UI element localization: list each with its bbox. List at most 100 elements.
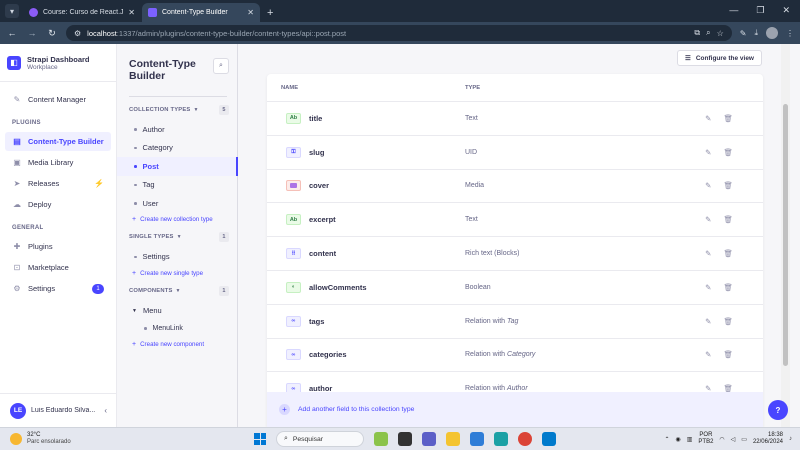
store-icon[interactable] [470,432,484,446]
wifi-icon[interactable]: ◠ [719,436,724,443]
taskbar-search[interactable]: ⌕ Pesquisar [276,431,364,447]
clock[interactable]: 18:38 22/06/2024 [753,432,783,446]
windows-start-icon[interactable] [254,433,266,445]
component-group-menu[interactable]: ▼ Menu [117,301,237,320]
new-tab-plus-icon[interactable]: + [267,7,273,19]
plus-icon: + [132,216,137,223]
back-arrow-icon[interactable]: ← [6,28,18,38]
relation-prefix: Relation with [465,351,508,359]
delete-trash-icon[interactable]: 🗑 [723,350,733,359]
collection-item-label: Post [142,161,159,171]
input-language[interactable]: POR PTB2 [698,432,713,446]
address-bar[interactable]: ⚙ localhost:1337/admin/plugins/content-t… [66,25,732,41]
components-count: 1 [219,285,229,296]
notification-bell-icon[interactable]: ♪ [789,436,792,442]
nav-item-content-type-builder[interactable]: ▤ Content-Type Builder [5,132,111,151]
components-header[interactable]: COMPONENTS ▼ 1 [117,284,237,297]
nav-item-content-manager[interactable]: ✎ Content Manager [5,90,111,109]
table-header: NAME TYPE [267,74,763,102]
extensions-icon[interactable]: ✎ [740,29,747,38]
edit-pencil-icon[interactable]: ✎ [705,283,711,292]
scrollbar-thumb[interactable] [783,104,788,366]
user-menu[interactable]: LE Luis Eduardo Silva... ‹ [0,393,117,427]
edit-pencil-icon[interactable]: ✎ [705,148,711,157]
edit-pencil-icon[interactable]: ✎ [705,317,711,326]
edit-pencil-icon[interactable]: ✎ [705,350,711,359]
close-icon[interactable]: ✕ [247,8,254,17]
teams-icon[interactable] [422,432,436,446]
component-item-menulink[interactable]: MenuLink [117,320,237,337]
task-view-icon[interactable] [398,432,412,446]
chrome-icon[interactable] [518,432,532,446]
window-close-icon[interactable]: ✕ [782,5,790,16]
forward-arrow-icon[interactable]: → [26,28,38,38]
bullet [134,202,137,205]
file-explorer-icon[interactable] [446,432,460,446]
main-navigation: ◧ Strapi Dashboard Workplace ✎ Content M… [0,44,117,427]
tray-app-icon[interactable]: ▥ [687,436,693,443]
search-icon[interactable]: ⌕ [213,58,229,74]
delete-trash-icon[interactable]: 🗑 [723,215,733,224]
zoom-icon[interactable]: ⌕ [706,28,710,38]
browser-menu-icon[interactable]: ⋮ [786,29,794,38]
nav-item-settings[interactable]: ⚙ Settings 1 [5,279,111,298]
minimize-icon[interactable]: — [729,5,738,16]
nav-item-releases[interactable]: ➤ Releases ⚡ [5,174,111,193]
page-scrollbar[interactable] [781,44,790,427]
configure-view-button[interactable]: ☰ Configure the view [677,50,762,66]
edit-pencil-icon[interactable]: ✎ [705,114,711,123]
close-icon[interactable]: ✕ [128,8,135,17]
nav-item-deploy[interactable]: ☁ Deploy [5,195,111,214]
reload-icon[interactable]: ↻ [46,28,58,39]
weather-widget[interactable]: 32°C Parc ensolarado [0,432,120,446]
collection-item-author[interactable]: Author [117,120,237,139]
single-types-header[interactable]: SINGLE TYPES ▼ 1 [117,231,237,244]
collection-item-tag[interactable]: Tag [117,176,237,195]
group-label: COLLECTION TYPES [129,106,191,113]
delete-trash-icon[interactable]: 🗑 [723,181,733,190]
profile-avatar[interactable] [766,27,778,39]
nav-item-plugins[interactable]: ✚ Plugins [5,237,111,256]
edit-pencil-icon[interactable]: ✎ [705,249,711,258]
single-item-settings[interactable]: Settings [117,248,237,267]
delete-trash-icon[interactable]: 🗑 [723,317,733,326]
create-component-link[interactable]: + Create new component [117,337,237,351]
collection-types-header[interactable]: COLLECTION TYPES ▼ 5 [117,103,237,116]
collection-item-category[interactable]: Category [117,139,237,158]
create-single-type-link[interactable]: + Create new single type [117,266,237,280]
chevron-up-icon[interactable]: ⌃ [664,436,669,443]
delete-trash-icon[interactable]: 🗑 [723,148,733,157]
help-button[interactable]: ? [768,400,788,420]
volume-icon[interactable]: ◁ [731,436,736,443]
browser-tab-content-type-builder[interactable]: Content-Type Builder ✕ [142,3,260,22]
site-info-icon[interactable]: ⚙ [74,29,81,38]
edge-icon[interactable] [494,432,508,446]
delete-trash-icon[interactable]: 🗑 [723,114,733,123]
vscode-icon[interactable] [542,432,556,446]
collection-item-post[interactable]: Post [117,157,238,176]
bullet [134,128,137,131]
bookmark-star-icon[interactable]: ☆ [717,29,724,38]
tray-app-icon[interactable]: ◉ [675,436,680,443]
restore-icon[interactable]: ❐ [756,5,764,16]
add-field-button[interactable]: + Add another field to this collection t… [267,392,763,427]
downloads-icon[interactable]: ⤓ [754,28,758,38]
widget-app-icon[interactable] [374,432,388,446]
table-row: ⚿ slug UID ✎ 🗑 [267,136,763,170]
edit-pencil-icon[interactable]: ✎ [705,181,711,190]
delete-trash-icon[interactable]: 🗑 [723,249,733,258]
delete-trash-icon[interactable]: 🗑 [723,283,733,292]
collection-item-user[interactable]: User [117,194,237,213]
create-collection-type-link[interactable]: + Create new collection type [117,213,237,227]
main-content: ☰ Configure the view NAME TYPE Ab title T… [238,44,790,427]
nav-item-marketplace[interactable]: ⊡ Marketplace [5,258,111,277]
browser-tab-course[interactable]: Course: Curso de React.Js e Ne ✕ [23,3,141,22]
edit-pencil-icon[interactable]: ✎ [705,215,711,224]
column-header-name: NAME [281,84,299,91]
tab-search-icon[interactable]: ▾ [5,4,19,18]
collapse-chevron-icon[interactable]: ‹ [104,406,107,415]
battery-icon[interactable]: ▭ [741,436,747,443]
translate-icon[interactable]: ⧉ [694,28,700,38]
nav-item-media-library[interactable]: ▣ Media Library [5,153,111,172]
link-label: Create new single type [140,269,204,277]
